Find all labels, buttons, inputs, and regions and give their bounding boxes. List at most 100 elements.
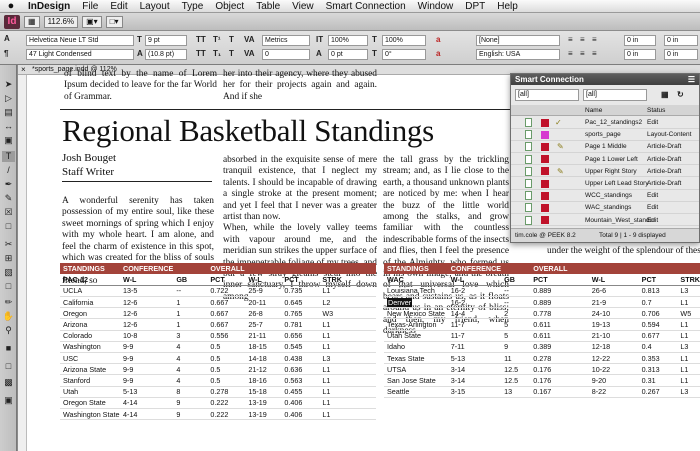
- stat-cell[interactable]: 12-6: [120, 307, 174, 320]
- pen-tool-icon[interactable]: ✒: [2, 179, 15, 190]
- leading-field[interactable]: (10.8 pt): [145, 49, 187, 60]
- stat-cell[interactable]: 13: [501, 386, 531, 398]
- stat-cell[interactable]: 4: [173, 341, 208, 354]
- right-indent-field[interactable]: 0 in: [664, 35, 698, 46]
- stat-cell[interactable]: L2: [319, 296, 376, 309]
- table-row[interactable]: Utah 5-13 8 0.278 15-18 0.455 L1: [60, 386, 376, 398]
- team-cell[interactable]: Oregon State: [60, 397, 120, 409]
- stat-cell[interactable]: L1: [319, 318, 376, 331]
- panel-list-item[interactable]: ✓ Pac_12_standings2 Edit: [511, 117, 699, 129]
- direct-selection-tool-icon[interactable]: ▷: [2, 93, 15, 104]
- stat-cell[interactable]: L1: [319, 330, 376, 342]
- kerning-field[interactable]: Metrics: [262, 35, 310, 46]
- eyedropper-tool-icon[interactable]: ✏: [2, 297, 15, 308]
- stat-cell[interactable]: L1: [319, 408, 376, 421]
- team-cell[interactable]: Stanford: [60, 374, 120, 387]
- screen-mode-tool-icon[interactable]: ▣: [2, 395, 15, 406]
- stat-cell[interactable]: 2: [501, 307, 531, 320]
- stat-cell[interactable]: 4-14: [120, 397, 174, 409]
- table-row[interactable]: Oregon 12-6 1 0.667 26-8 0.765 W3: [60, 307, 376, 320]
- filter-dropdown-1[interactable]: [all]: [515, 89, 579, 101]
- stat-cell[interactable]: 11-7: [447, 330, 502, 342]
- menu-layout[interactable]: Layout: [134, 1, 176, 12]
- justify-center-icon[interactable]: ≡: [580, 49, 585, 58]
- table-row[interactable]: Stanford 9-9 4 0.5 18-16 0.563 L1: [60, 374, 376, 387]
- vertical-ruler[interactable]: [18, 75, 27, 451]
- stat-cell[interactable]: 1: [173, 318, 208, 331]
- refresh-icon[interactable]: ↻: [677, 90, 684, 99]
- stat-cell[interactable]: L1: [677, 296, 700, 309]
- stat-cell[interactable]: 0.406: [281, 397, 320, 409]
- table-row[interactable]: Denver 16-2 -- 0.889 21-9 0.7 L1: [384, 296, 700, 309]
- rectangle-frame-tool-icon[interactable]: ☒: [2, 207, 15, 218]
- tracking-field[interactable]: 0: [262, 49, 310, 60]
- table-row[interactable]: Washington State 4-14 9 0.222 13-19 0.406 L1: [60, 408, 376, 421]
- stat-cell[interactable]: 5: [501, 330, 531, 342]
- stat-cell[interactable]: 5: [501, 318, 531, 331]
- stat-cell[interactable]: 0.176: [530, 374, 589, 387]
- table-row[interactable]: San Jose State 3-14 12.5 0.176 9-20 0.31 L1: [384, 374, 700, 387]
- stat-cell[interactable]: 0.5: [207, 352, 246, 365]
- stat-cell[interactable]: 4: [173, 352, 208, 365]
- stat-cell[interactable]: 0.222: [207, 408, 246, 421]
- last-line-indent-field[interactable]: 0 in: [664, 49, 698, 60]
- align-left-icon[interactable]: ≡: [568, 35, 573, 44]
- stat-cell[interactable]: 0.611: [530, 330, 589, 342]
- stat-cell[interactable]: L1: [319, 374, 376, 387]
- all-caps-icon[interactable]: TT: [196, 35, 206, 44]
- stat-cell[interactable]: 0.4: [638, 341, 678, 354]
- stat-cell[interactable]: 12-18: [588, 341, 639, 354]
- stat-cell[interactable]: 12-6: [120, 296, 174, 309]
- stat-cell[interactable]: 11: [501, 352, 531, 365]
- paragraph-mode-icon[interactable]: ¶: [4, 49, 8, 58]
- skew-field[interactable]: 0°: [382, 49, 426, 60]
- apply-none-icon[interactable]: ▩: [2, 377, 15, 388]
- stat-cell[interactable]: W5: [677, 307, 700, 320]
- stat-cell[interactable]: L1: [319, 397, 376, 409]
- stat-cell[interactable]: 0.438: [281, 352, 320, 365]
- stat-cell[interactable]: 15-18: [245, 386, 282, 398]
- stat-cell[interactable]: 0.353: [638, 352, 678, 365]
- content-collector-icon[interactable]: ▣: [2, 135, 15, 146]
- table-row[interactable]: Texas-Arlington 11-7 5 0.611 19-13 0.594 L1: [384, 318, 700, 331]
- gradient-tool-icon[interactable]: ▧: [2, 267, 15, 278]
- filter-dropdown-2[interactable]: [all]: [583, 89, 647, 101]
- headline[interactable]: Regional Basketball Standings: [62, 113, 434, 149]
- menu-view[interactable]: View: [286, 1, 320, 12]
- table-row[interactable]: Texas State 5-13 11 0.278 12-22 0.353 L1: [384, 352, 700, 365]
- stat-cell[interactable]: L3: [677, 285, 700, 298]
- stat-cell[interactable]: 0.556: [207, 330, 246, 342]
- free-transform-tool-icon[interactable]: ⊞: [2, 253, 15, 264]
- stat-cell[interactable]: 0.778: [530, 307, 589, 320]
- stat-cell[interactable]: 26-8: [245, 307, 282, 320]
- stat-cell[interactable]: L3: [677, 341, 700, 354]
- stat-cell[interactable]: 5-13: [447, 352, 502, 365]
- stat-cell[interactable]: 9: [173, 408, 208, 421]
- team-cell[interactable]: Utah State: [384, 330, 448, 342]
- stat-cell[interactable]: 12.5: [501, 363, 531, 376]
- stat-cell[interactable]: 25-9: [245, 285, 282, 298]
- page-tool-icon[interactable]: ▤: [2, 107, 15, 118]
- stat-cell[interactable]: 0.455: [281, 386, 320, 398]
- stat-cell[interactable]: 0.667: [207, 318, 246, 331]
- stat-cell[interactable]: 8: [173, 386, 208, 398]
- wac-standings-table[interactable]: STANDINGS CONFERENCE OVERALL WAC W-L GB …: [384, 263, 700, 398]
- stat-cell[interactable]: 0.706: [638, 307, 678, 320]
- horizontal-scale-field[interactable]: 100%: [382, 35, 426, 46]
- rectangle-tool-icon[interactable]: □: [2, 221, 15, 232]
- stat-cell[interactable]: 9-9: [120, 352, 174, 365]
- stat-cell[interactable]: 0.545: [281, 341, 320, 354]
- panel-menu-icon[interactable]: ☰: [688, 74, 695, 85]
- vertical-scale-field[interactable]: 100%: [328, 35, 368, 46]
- small-caps-icon[interactable]: TT: [196, 49, 206, 58]
- justify-icon[interactable]: ≡: [568, 49, 573, 58]
- gap-tool-icon[interactable]: ↔: [2, 121, 15, 132]
- stat-cell[interactable]: 4-14: [120, 408, 174, 421]
- font-size-field[interactable]: 9 pt: [145, 35, 187, 46]
- strikethrough-icon[interactable]: T: [229, 49, 234, 58]
- panel-list-item[interactable]: Mountain_West_standin Edit: [511, 215, 699, 227]
- table-row[interactable]: UTSA 3-14 12.5 0.176 10-22 0.313 L1: [384, 363, 700, 376]
- stat-cell[interactable]: --: [501, 285, 531, 298]
- character-mode-icon[interactable]: A: [4, 34, 10, 43]
- byline-name[interactable]: Josh Bouget: [62, 152, 116, 165]
